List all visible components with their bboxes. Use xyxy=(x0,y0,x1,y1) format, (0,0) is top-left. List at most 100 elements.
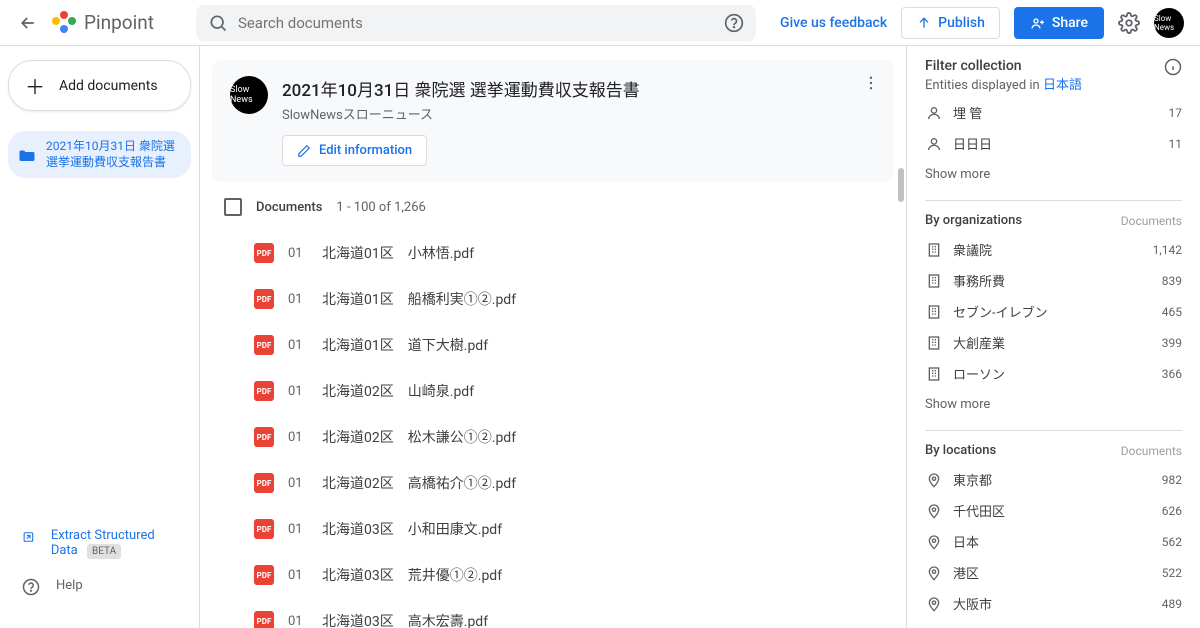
orgs-show-more[interactable]: Show more xyxy=(925,389,1182,426)
filter-organization[interactable]: セブン-イレブン465 xyxy=(925,296,1182,327)
document-row[interactable]: PDF 01 北海道01区船橋利実①②.pdf xyxy=(200,276,906,322)
document-row[interactable]: PDF01北海道02区山崎泉.pdf xyxy=(200,368,906,414)
doc-index: 01 xyxy=(288,292,308,307)
document-row[interactable]: PDF 01 北海道02区松木謙公①②.pdf xyxy=(200,414,906,460)
collection-chip[interactable]: 2021年10月31日 衆院選 選挙運動費収支報告書 xyxy=(8,131,191,178)
pdf-icon: PDF xyxy=(254,243,274,263)
document-row[interactable]: PDF01北海道02区高橋祐介①②.pdf xyxy=(200,460,906,506)
pdf-icon: PDF xyxy=(254,427,274,447)
share-button[interactable]: Share xyxy=(1014,7,1104,39)
filter-organization[interactable]: 大創産業 399 xyxy=(925,327,1182,358)
search-bar[interactable] xyxy=(196,5,756,41)
filter-person[interactable]: 埋 管17 xyxy=(925,97,1182,128)
filter-organization[interactable]: 事務所費839 xyxy=(925,265,1182,296)
pdf-icon: PDF xyxy=(254,289,274,309)
document-row[interactable]: PDF01北海道03区小和田康文.pdf xyxy=(200,506,906,552)
filter-person[interactable]: 日日日11 xyxy=(925,128,1182,159)
pin-icon xyxy=(925,472,943,488)
filter-organization[interactable]: 衆議院1,142 xyxy=(925,234,1182,265)
filter-count: 982 xyxy=(1162,473,1182,487)
organizations-header: By organizations Documents xyxy=(925,213,1182,234)
locations-list: 東京都982千代田区626日本562港区522大阪市489 xyxy=(925,464,1182,619)
extract-data-link[interactable]: Extract Structured Data BETA xyxy=(16,518,183,568)
filter-name: 事務所費 xyxy=(953,271,1152,290)
filter-language-link[interactable]: 日本語 xyxy=(1043,78,1082,93)
pdf-icon: PDF xyxy=(254,335,274,355)
collection-folder-icon xyxy=(18,146,36,164)
filter-count: 399 xyxy=(1162,336,1182,350)
settings-button[interactable] xyxy=(1118,12,1140,34)
help-link[interactable]: Help xyxy=(16,568,183,606)
plus-icon: ＋ xyxy=(25,71,45,100)
filter-name: ローソン xyxy=(953,364,1152,383)
building-icon xyxy=(925,366,943,382)
doc-index: 01 xyxy=(288,338,308,353)
select-all-checkbox[interactable] xyxy=(224,198,242,216)
scrollbar-thumb[interactable] xyxy=(898,168,904,202)
publish-label: Publish xyxy=(938,15,985,31)
org-header-label: By organizations xyxy=(925,213,1022,228)
search-help-icon[interactable] xyxy=(724,13,744,33)
doc-index: 01 xyxy=(288,476,308,491)
app-logo[interactable]: Pinpoint xyxy=(52,11,154,35)
filter-organization[interactable]: ローソン366 xyxy=(925,358,1182,389)
add-documents-label: Add documents xyxy=(59,78,158,94)
building-icon xyxy=(925,304,943,320)
pdf-icon: PDF xyxy=(254,519,274,539)
doc-name: 北海道01区小林悟.pdf xyxy=(322,243,474,263)
pin-icon xyxy=(925,503,943,519)
add-documents-button[interactable]: ＋ Add documents xyxy=(8,60,191,111)
doc-name: 北海道03区高木宏壽.pdf xyxy=(322,611,488,628)
pdf-icon: PDF xyxy=(254,611,274,628)
filter-location[interactable]: 東京都982 xyxy=(925,464,1182,495)
feedback-link[interactable]: Give us feedback xyxy=(780,15,887,31)
edit-info-button[interactable]: Edit information xyxy=(282,135,427,166)
filter-location[interactable]: 港区522 xyxy=(925,557,1182,588)
user-avatar[interactable]: Slow News xyxy=(1154,8,1184,38)
document-row[interactable]: PDF01北海道01区道下大樹.pdf xyxy=(200,322,906,368)
filter-count: 17 xyxy=(1169,106,1183,120)
doc-index: 01 xyxy=(288,430,308,445)
collection-more-button[interactable] xyxy=(862,74,880,92)
documents-range: 1 - 100 of 1,266 xyxy=(336,200,425,215)
collection-subtitle: SlowNewsスローニュース xyxy=(282,104,876,123)
filter-location[interactable]: 千代田区626 xyxy=(925,495,1182,526)
pdf-icon: PDF xyxy=(254,473,274,493)
back-button[interactable] xyxy=(16,11,40,35)
org-doc-label: Documents xyxy=(1121,214,1182,228)
filter-count: 562 xyxy=(1162,535,1182,549)
publish-button[interactable]: Publish xyxy=(901,7,1000,39)
filter-location[interactable]: 日本562 xyxy=(925,526,1182,557)
organizations-list: 衆議院1,142事務所費839セブン-イレブン465 大創産業 399 ローソン366 xyxy=(925,234,1182,389)
doc-name: 北海道02区松木謙公①②.pdf xyxy=(322,427,516,447)
doc-name: 北海道03区荒井優①②.pdf xyxy=(322,565,502,585)
pencil-icon xyxy=(297,144,311,158)
doc-index: 01 xyxy=(288,384,308,399)
scrollbar-track[interactable] xyxy=(896,168,906,628)
filter-count: 11 xyxy=(1169,137,1183,151)
help-label: Help xyxy=(56,578,83,593)
doc-index: 01 xyxy=(288,568,308,583)
dots-vertical-icon xyxy=(862,74,880,92)
building-icon xyxy=(925,335,943,351)
pin-icon xyxy=(925,596,943,612)
documents-header-label: Documents xyxy=(256,200,322,215)
persons-list: 埋 管17日日日11 xyxy=(925,97,1182,159)
documents-header: Documents 1 - 100 of 1,266 xyxy=(200,190,906,230)
main-content: Slow News 2021年10月31日 衆院選 選挙運動費収支報告書 Slo… xyxy=(200,46,906,628)
sidebar: ＋ Add documents 2021年10月31日 衆院選 選挙運動費収支報… xyxy=(0,46,200,628)
app-body: ＋ Add documents 2021年10月31日 衆院選 選挙運動費収支報… xyxy=(0,46,1200,628)
collection-title: 2021年10月31日 衆院選 選挙運動費収支報告書 xyxy=(282,76,876,101)
beta-badge: BETA xyxy=(87,544,121,559)
document-row[interactable]: PDF01北海道03区荒井優①②.pdf xyxy=(200,552,906,598)
building-icon xyxy=(925,273,943,289)
search-input[interactable] xyxy=(238,14,714,32)
filter-location[interactable]: 大阪市489 xyxy=(925,588,1182,619)
filter-count: 1,142 xyxy=(1153,243,1182,257)
info-icon[interactable] xyxy=(1164,58,1182,76)
filter-name: 大創産業 xyxy=(953,333,1152,352)
persons-show-more[interactable]: Show more xyxy=(925,159,1182,196)
doc-name: 北海道01区船橋利実①②.pdf xyxy=(322,289,516,309)
document-row[interactable]: PDF01北海道01区小林悟.pdf xyxy=(200,230,906,276)
document-row[interactable]: PDF01北海道03区高木宏壽.pdf xyxy=(200,598,906,628)
